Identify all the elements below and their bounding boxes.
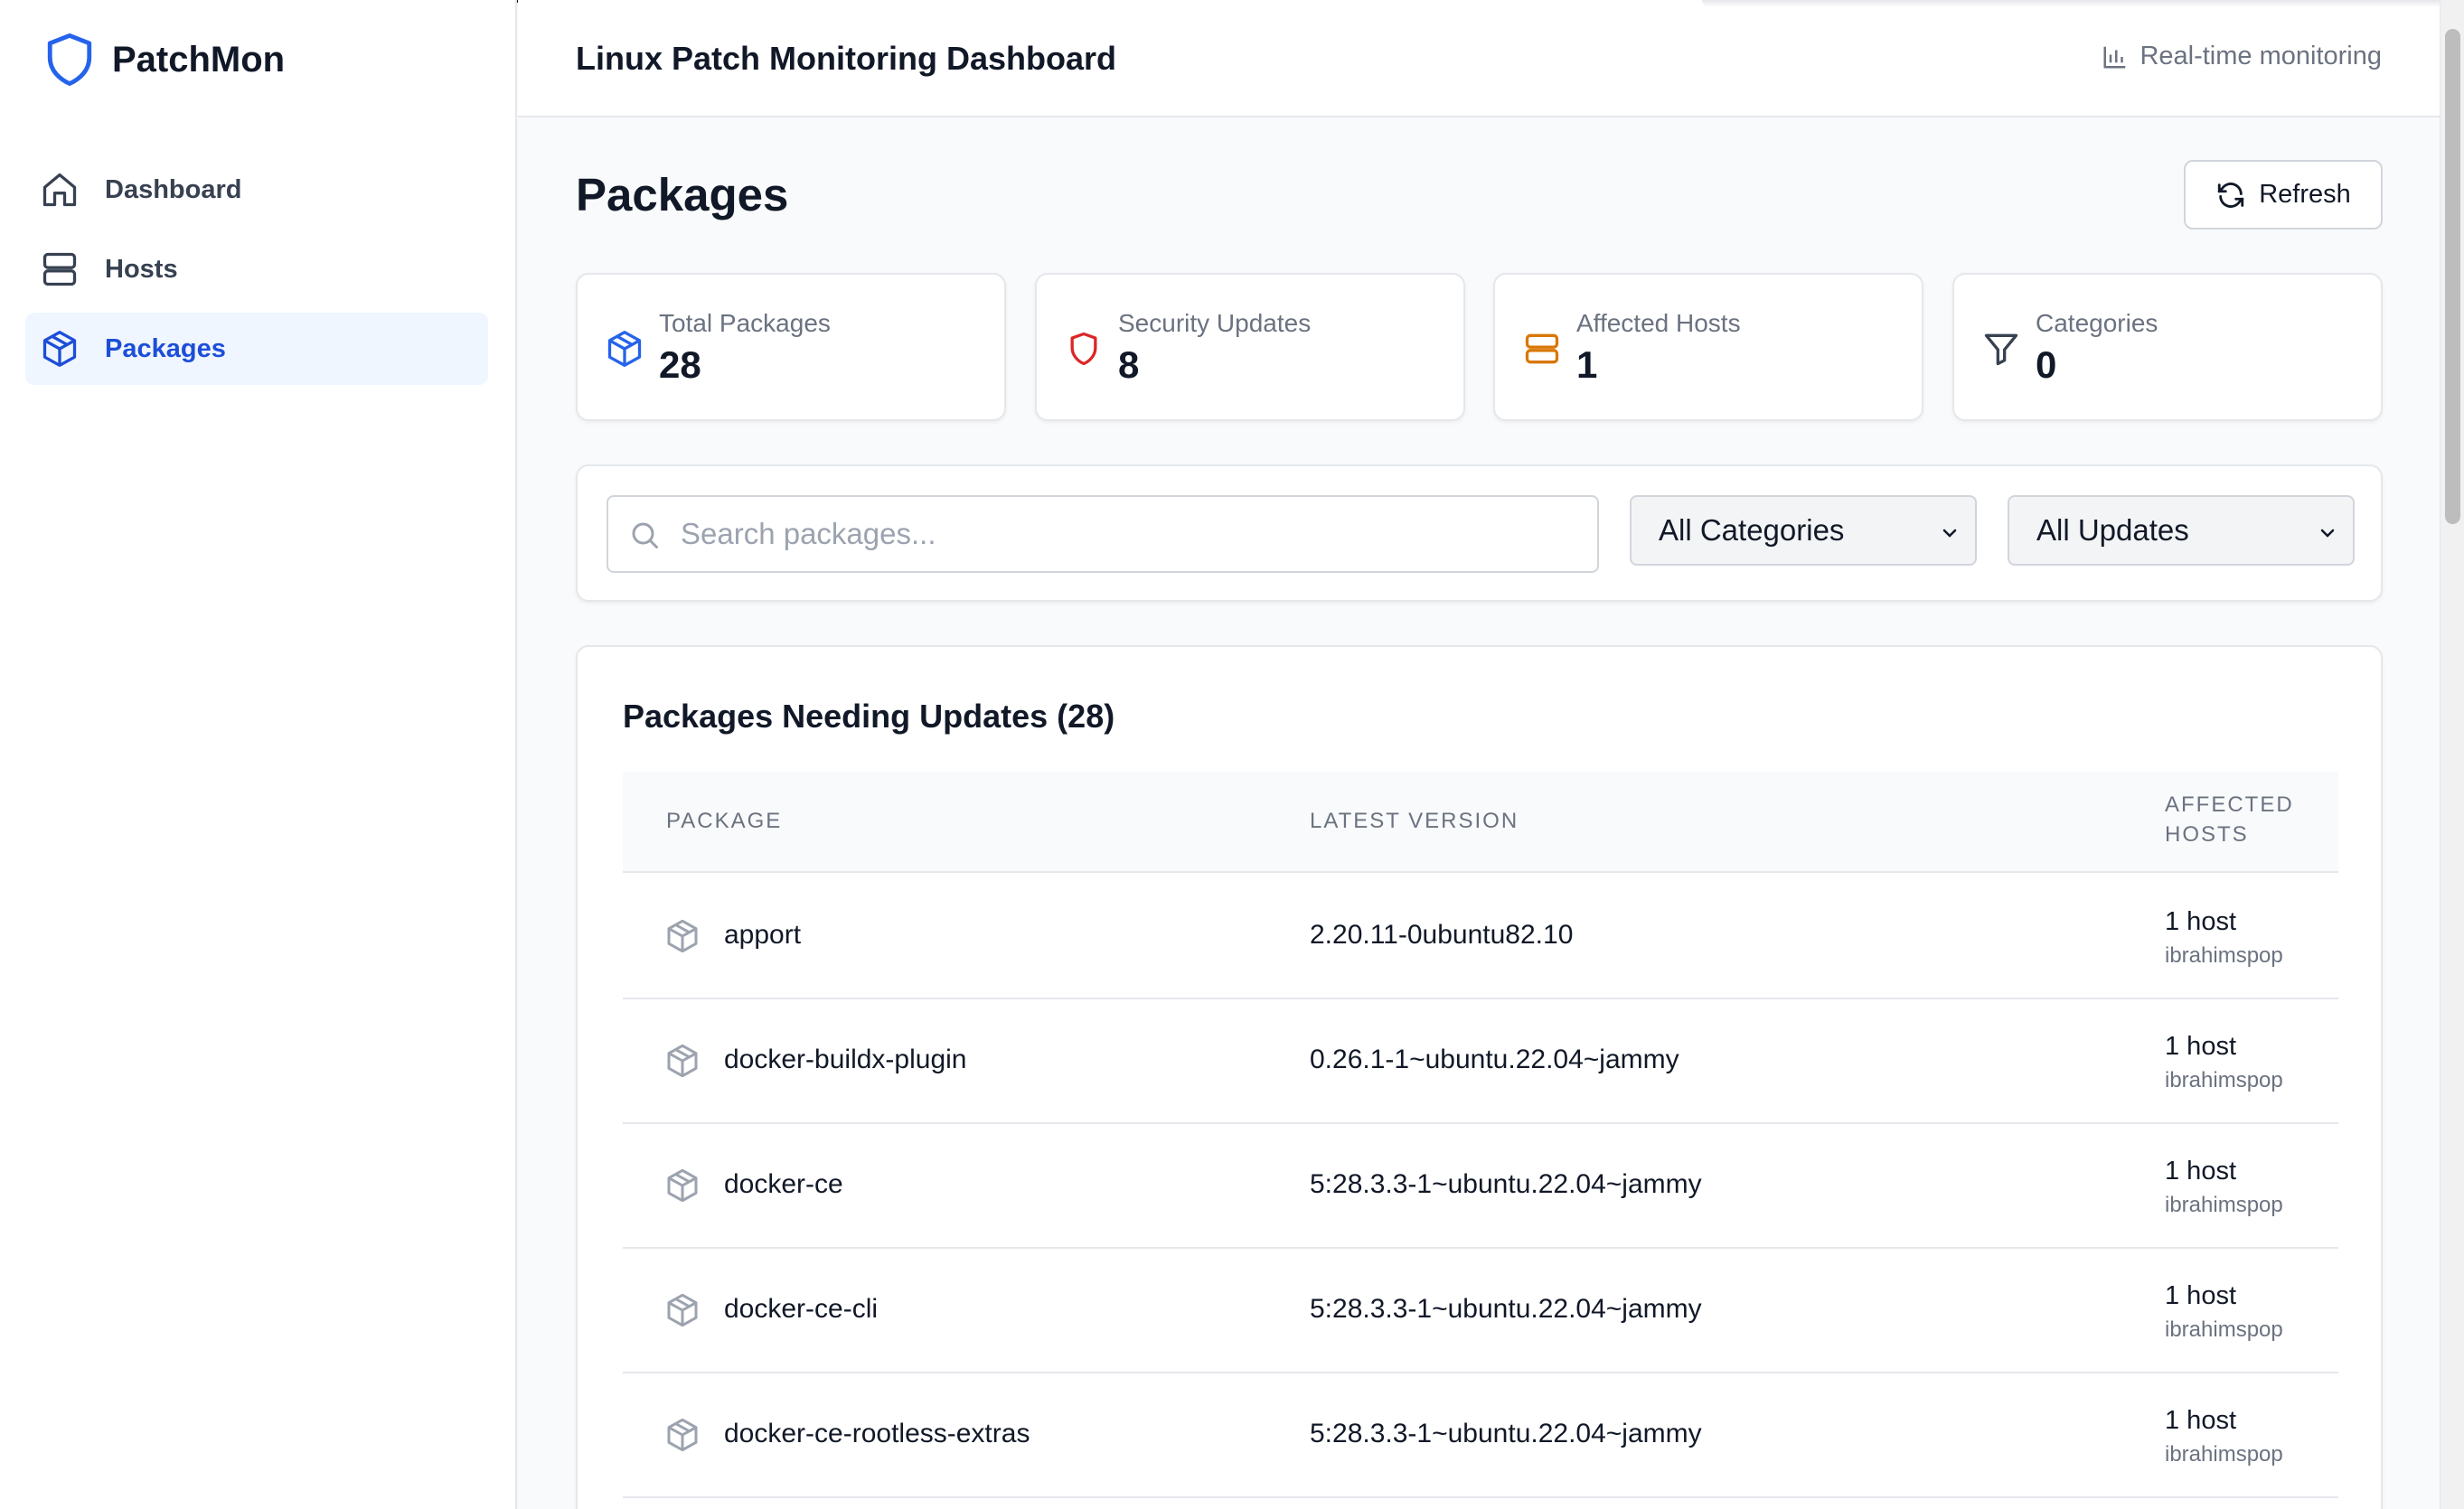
refresh-icon — [2218, 182, 2244, 208]
search-input[interactable] — [681, 504, 1585, 564]
package-icon — [667, 1293, 698, 1327]
table-row[interactable]: apport 2.20.11-0ubuntu82.10 1 host ibrah… — [623, 875, 2338, 999]
updates-select[interactable]: All Updates — [2008, 495, 2355, 566]
table-row[interactable]: docker-buildx-plugin 0.26.1-1~ubuntu.22.… — [623, 999, 2338, 1124]
table-title: Packages Needing Updates (28) — [623, 698, 1115, 735]
category-select[interactable]: All Categories — [1630, 495, 1977, 566]
package-name[interactable]: docker-ce-cli — [724, 1294, 878, 1325]
stat-label: Security Updates — [1118, 309, 1312, 337]
host-name: ibrahimspop — [2165, 1068, 2283, 1092]
package-name[interactable]: docker-ce-rootless-extras — [724, 1419, 1030, 1449]
sidebar-item-dashboard[interactable]: Dashboard — [25, 154, 488, 226]
package-name[interactable]: docker-ce — [724, 1169, 843, 1200]
updates-select-value: All Updates — [2036, 513, 2189, 547]
search-box — [607, 495, 1599, 573]
package-icon — [667, 919, 698, 953]
package-version: 5:28.3.3-1~ubuntu.22.04~jammy — [1310, 1169, 1702, 1199]
stat-value: 8 — [1118, 343, 1140, 386]
stat-value: 0 — [2036, 343, 2057, 386]
host-count: 1 host — [2165, 1281, 2236, 1310]
table-header: PACKAGE LATEST VERSION AFFECTED HOSTS — [623, 772, 2338, 873]
filter-bar: All Categories All Updates — [576, 464, 2383, 602]
packages-table-card: Packages Needing Updates (28) PACKAGE LA… — [576, 645, 2383, 1509]
stat-label: Categories — [2036, 309, 2158, 337]
stat-value: 28 — [659, 343, 701, 386]
header-shadow — [1702, 0, 2464, 7]
brand[interactable]: PatchMon — [43, 31, 285, 89]
table-row[interactable]: docker-ce-cli 5:28.3.3-1~ubuntu.22.04~ja… — [623, 1249, 2338, 1373]
realtime-label: Real-time monitoring — [2140, 42, 2382, 70]
sidebar-item-label: Hosts — [105, 254, 178, 284]
sidebar-item-label: Dashboard — [105, 174, 242, 204]
package-icon — [667, 1168, 698, 1203]
page-scrollbar[interactable] — [2440, 0, 2464, 1509]
server-icon — [42, 252, 77, 286]
refresh-button[interactable]: Refresh — [2184, 160, 2383, 230]
sidebar: PatchMon Dashboard Hosts Packages — [0, 0, 517, 1509]
package-icon — [607, 331, 642, 367]
host-count: 1 host — [2165, 1032, 2236, 1061]
brand-name: PatchMon — [112, 39, 286, 80]
stat-label: Total Packages — [659, 309, 831, 337]
server-icon — [1525, 333, 1559, 364]
sidebar-item-label: Packages — [105, 333, 226, 363]
host-name: ibrahimspop — [2165, 1442, 2283, 1467]
column-header-latest-version[interactable]: LATEST VERSION — [1310, 806, 1519, 836]
realtime-indicator: Real-time monitoring — [2102, 42, 2382, 71]
host-name: ibrahimspop — [2165, 1317, 2283, 1342]
stat-value: 1 — [1576, 343, 1598, 386]
host-name: ibrahimspop — [2165, 943, 2283, 968]
filter-icon — [1984, 333, 2018, 366]
column-header-affected-hosts[interactable]: AFFECTED HOSTS — [2165, 790, 2294, 849]
header-title: Linux Patch Monitoring Dashboard — [576, 40, 1117, 77]
refresh-label: Refresh — [2259, 180, 2351, 209]
stat-label: Affected Hosts — [1576, 309, 1741, 337]
table-row[interactable]: docker-ce-rootless-extras 5:28.3.3-1~ubu… — [623, 1373, 2338, 1498]
host-name: ibrahimspop — [2165, 1193, 2283, 1217]
package-icon — [667, 1418, 698, 1452]
column-header-package[interactable]: PACKAGE — [666, 806, 782, 836]
stat-card-total-packages: Total Packages 28 — [576, 273, 1006, 421]
chevron-down-icon — [2320, 529, 2335, 538]
stat-card-categories: Categories 0 — [1952, 273, 2383, 421]
column-header-line: AFFECTED — [2165, 792, 2294, 817]
top-header: Linux Patch Monitoring Dashboard Real-ti… — [518, 0, 2464, 117]
package-name[interactable]: docker-buildx-plugin — [724, 1045, 966, 1075]
package-version: 5:28.3.3-1~ubuntu.22.04~jammy — [1310, 1419, 1702, 1448]
home-icon — [42, 173, 77, 207]
column-header-line: HOSTS — [2165, 822, 2249, 847]
package-icon — [42, 331, 77, 367]
scrollbar-thumb[interactable] — [2445, 29, 2460, 524]
page-title: Packages — [576, 169, 789, 220]
sidebar-item-packages[interactable]: Packages — [25, 313, 488, 385]
sidebar-item-hosts[interactable]: Hosts — [25, 233, 488, 305]
package-version: 2.20.11-0ubuntu82.10 — [1310, 920, 1574, 950]
package-version: 0.26.1-1~ubuntu.22.04~jammy — [1310, 1045, 1679, 1074]
stat-card-security-updates: Security Updates 8 — [1035, 273, 1465, 421]
host-count: 1 host — [2165, 1157, 2236, 1186]
bar-chart-icon — [2103, 46, 2126, 68]
package-version: 5:28.3.3-1~ubuntu.22.04~jammy — [1310, 1294, 1702, 1324]
host-count: 1 host — [2165, 1406, 2236, 1435]
stat-card-affected-hosts: Affected Hosts 1 — [1493, 273, 1923, 421]
sidebar-nav: Dashboard Hosts Packages — [25, 154, 488, 392]
table-row[interactable]: docker-ce 5:28.3.3-1~ubuntu.22.04~jammy … — [623, 1124, 2338, 1249]
chevron-down-icon — [1942, 529, 1957, 538]
package-icon — [667, 1044, 698, 1078]
shield-logo-icon — [47, 33, 92, 87]
package-name[interactable]: apport — [724, 920, 801, 951]
shield-icon — [1070, 332, 1097, 366]
category-select-value: All Categories — [1659, 513, 1845, 547]
search-icon — [632, 522, 658, 548]
host-count: 1 host — [2165, 907, 2236, 936]
